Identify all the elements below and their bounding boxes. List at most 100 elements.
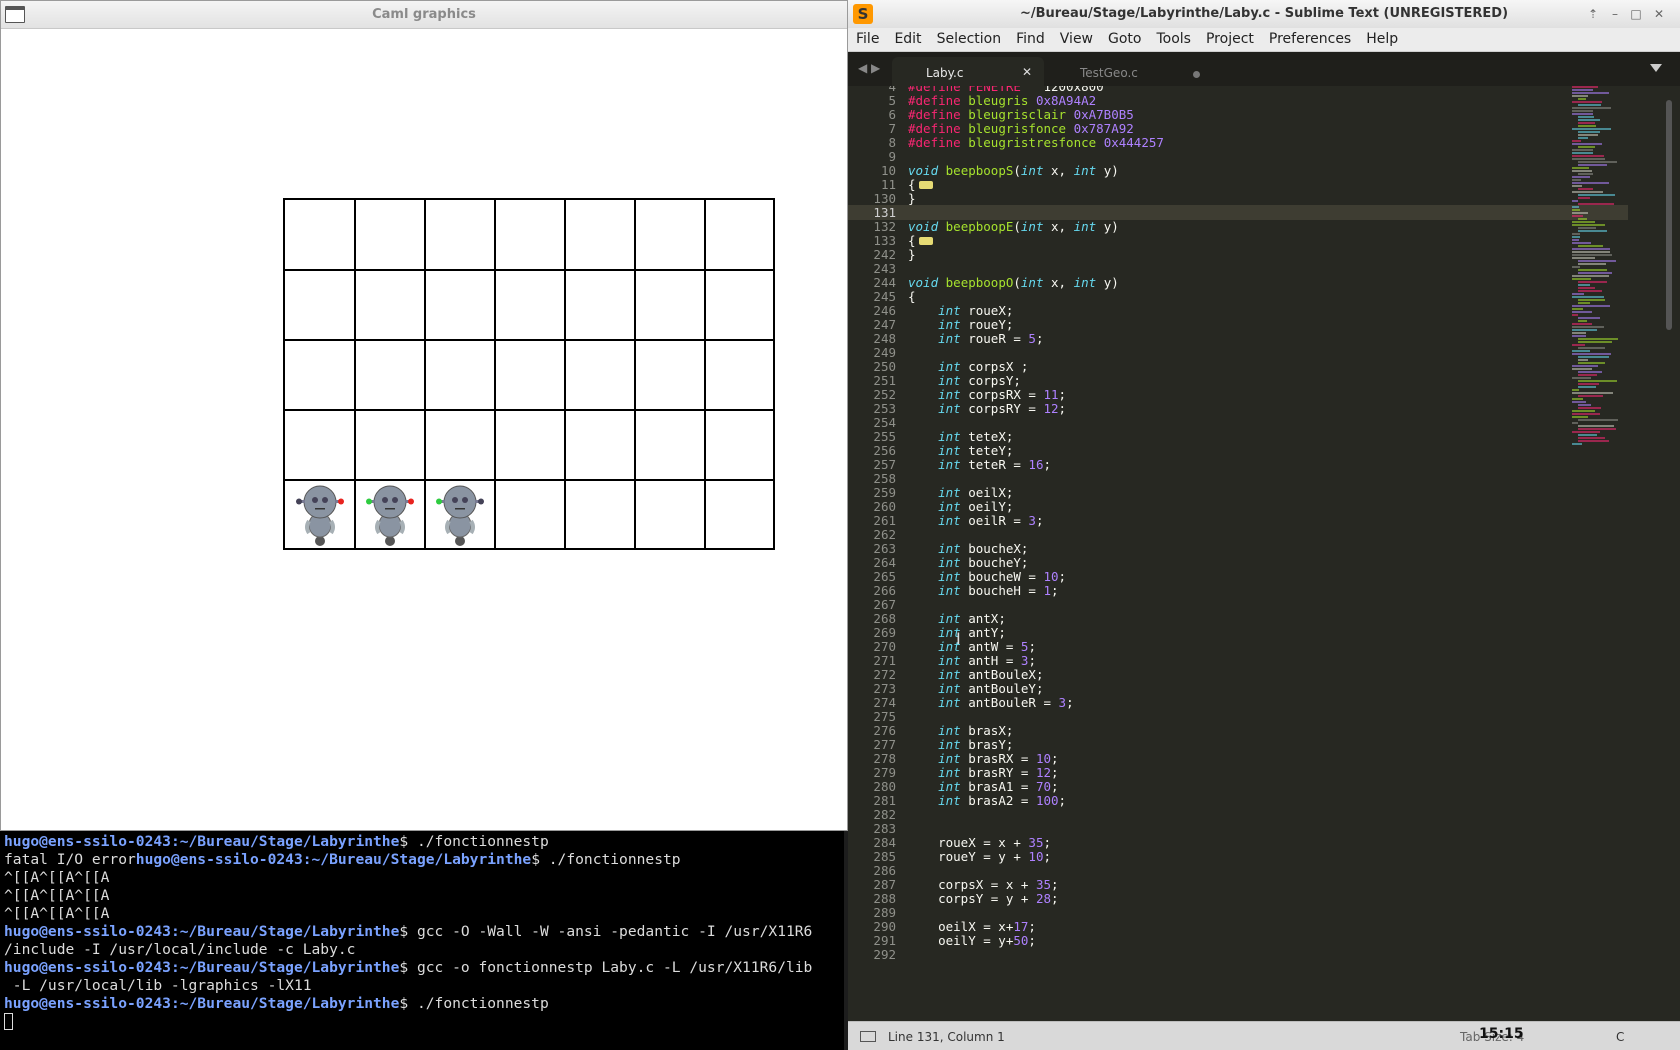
line-number: 268 <box>873 611 896 626</box>
code-token: 28 <box>1035 891 1051 906</box>
line-number: 250 <box>873 359 896 374</box>
tab-close-icon[interactable]: ✕ <box>1022 65 1032 79</box>
code-token: int <box>938 723 961 738</box>
code-token: int <box>938 569 961 584</box>
minimap-line <box>1572 179 1581 181</box>
code-line: int boucheX; <box>908 541 1028 556</box>
menu-project[interactable]: Project <box>1198 28 1261 47</box>
panel-toggle-icon[interactable] <box>860 1031 876 1042</box>
close-icon[interactable]: ✕ <box>1652 7 1666 21</box>
menu-tools[interactable]: Tools <box>1148 28 1198 47</box>
code-token: int <box>938 611 961 626</box>
menu-selection[interactable]: Selection <box>929 28 1009 47</box>
tab-testgeo-c[interactable]: TestGeo.c <box>1046 57 1214 86</box>
line-number: 264 <box>873 555 896 570</box>
minimap-line <box>1578 125 1596 127</box>
code-token: brasA2 = <box>960 793 1036 808</box>
line-number: 255 <box>873 429 896 444</box>
code-token: roueY = y + <box>908 849 1029 864</box>
code-line: #define bleugrisclair 0xA7B0B5 <box>908 107 1134 122</box>
minimap-line <box>1578 227 1596 229</box>
minimap-line <box>1572 389 1579 391</box>
line-number: 285 <box>873 849 896 864</box>
minimap-line <box>1578 347 1605 349</box>
shade-window-icon[interactable]: ⇡ <box>1586 7 1600 21</box>
code-line: int boucheW = 10; <box>908 569 1066 584</box>
minimap-line <box>1578 380 1617 382</box>
code-editor[interactable]: 4 5 6 7 8 9 10 11 130 131 132 133 242 243 244 245 246 247… <box>848 86 1680 1021</box>
folded-region-icon[interactable] <box>918 237 933 245</box>
tab-nav-arrows-icon[interactable]: ◀ ▶ <box>858 61 880 75</box>
sublime-window-title: ~/Bureau/Stage/Labyrinthe/Laby.c - Subli… <box>1019 6 1509 21</box>
sublime-titlebar[interactable]: S ~/Bureau/Stage/Labyrinthe/Laby.c - Sub… <box>848 0 1680 28</box>
minimap-line <box>1572 350 1590 352</box>
menu-preferences[interactable]: Preferences <box>1261 28 1358 47</box>
line-number: 263 <box>873 541 896 556</box>
menu-view[interactable]: View <box>1052 28 1100 47</box>
code-line: int brasRX = 10; <box>908 751 1058 766</box>
code-line: int brasRY = 12; <box>908 765 1058 780</box>
code-token: roueX = x + <box>908 835 1029 850</box>
menu-file[interactable]: File <box>848 28 886 47</box>
terminal-input-line[interactable] <box>4 1013 840 1032</box>
maximize-icon[interactable]: □ <box>1629 7 1643 21</box>
minimap-line <box>1572 140 1581 142</box>
syntax-indicator[interactable]: C <box>1616 1030 1624 1044</box>
grid-line-horizontal <box>285 409 773 411</box>
menu-help[interactable]: Help <box>1358 28 1405 47</box>
grid-line-vertical <box>354 200 356 548</box>
code-token: 10 <box>1035 751 1052 766</box>
code-token: teteX; <box>960 429 1014 444</box>
tab-laby-c[interactable]: Laby.c ✕ <box>892 57 1044 86</box>
grid-line-vertical <box>704 200 706 548</box>
code-token: #define <box>908 93 969 108</box>
minimize-icon[interactable]: – <box>1608 7 1622 21</box>
terminal-line: -L /usr/local/lib -lgraphics -lX11 <box>4 977 312 994</box>
robot-0 <box>295 483 345 547</box>
code-line: int brasX; <box>908 723 1013 738</box>
tab-modified-dot-icon[interactable] <box>1193 71 1200 78</box>
code-area[interactable]: #define FENETRE "1200x800" #define bleugr… <box>908 86 1558 1021</box>
folded-region-icon[interactable] <box>918 181 933 189</box>
code-token: 100 <box>1035 793 1059 808</box>
code-token: 0x444257 <box>1103 135 1164 150</box>
menu-goto[interactable]: Goto <box>1100 28 1148 47</box>
code-token: int <box>1073 275 1097 290</box>
minimap-line <box>1572 152 1593 154</box>
line-number: 292 <box>873 947 896 962</box>
line-number: 288 <box>873 891 896 906</box>
menu-find[interactable]: Find <box>1008 28 1052 47</box>
minimap-line <box>1572 149 1593 151</box>
line-number: 259 <box>873 485 896 500</box>
line-number: 243 <box>873 261 896 276</box>
minimap-line <box>1572 266 1580 268</box>
line-number: 290 <box>873 919 896 934</box>
code-token: { <box>908 177 916 192</box>
caml-titlebar[interactable]: Caml graphics <box>1 1 847 29</box>
minimap-line <box>1572 251 1610 253</box>
vertical-scrollbar[interactable] <box>1666 100 1672 330</box>
code-token: antW = <box>960 639 1021 654</box>
minimap[interactable] <box>1570 86 1656 466</box>
code-token: ; <box>1058 793 1067 808</box>
minimap-line <box>1572 296 1604 298</box>
code-line: #define bleugrisfonce 0x787A92 <box>908 121 1134 136</box>
tab-list-dropdown-icon[interactable] <box>1650 64 1662 72</box>
minimap-line <box>1572 368 1592 370</box>
minimap-line <box>1572 443 1582 445</box>
minimap-line <box>1578 245 1603 247</box>
minimap-line <box>1572 233 1580 235</box>
terminal-window[interactable]: hugo@ens-ssilo-0243:~/Bureau/Stage/Labyr… <box>0 831 848 1050</box>
line-number: 252 <box>873 387 896 402</box>
menu-edit[interactable]: Edit <box>886 28 928 47</box>
